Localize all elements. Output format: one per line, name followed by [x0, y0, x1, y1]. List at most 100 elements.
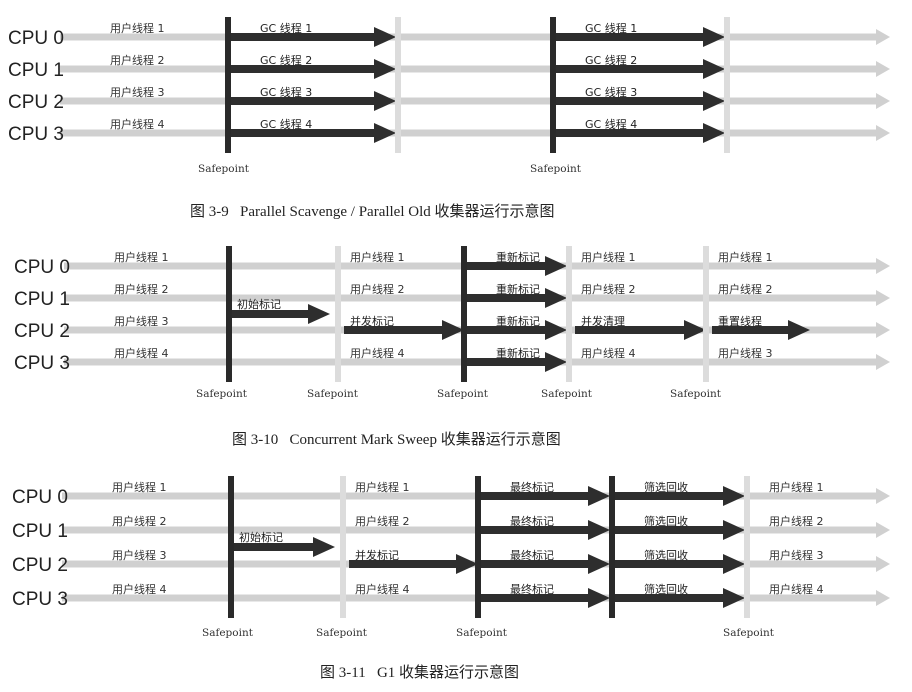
- timeline-row-1-head: [876, 522, 890, 538]
- gc-thread-arrow-head: [588, 520, 610, 540]
- gc-thread-label: 最终标记: [510, 548, 554, 562]
- timeline-row-2-head: [876, 93, 890, 109]
- figure-caption: 图 3-10 Concurrent Mark Sweep 收集器运行示意图: [232, 430, 561, 448]
- safepoint-label: Safepoint: [316, 627, 368, 639]
- concurrent-gc-arrow-head: [456, 554, 478, 574]
- safepoint-label: Safepoint: [530, 163, 582, 175]
- concurrent-gc-label: 并发清理: [581, 314, 625, 328]
- gc-thread-label: 筛选回收: [644, 480, 688, 494]
- user-thread-label: 用户线程 1: [581, 250, 636, 264]
- cpu-label: CPU 1: [8, 60, 64, 81]
- safepoint-label: Safepoint: [723, 627, 775, 639]
- user-thread-label: 用户线程 2: [110, 53, 165, 67]
- safepoint-label: Safepoint: [437, 388, 489, 400]
- user-thread-label: 用户线程 1: [355, 480, 410, 494]
- user-thread-label: 用户线程 2: [355, 514, 410, 528]
- user-thread-label: 用户线程 2: [112, 514, 167, 528]
- cpu-label: CPU 1: [12, 521, 68, 542]
- gc-thread-label: GC 线程 3: [585, 85, 637, 99]
- gc-thread-arrow-head: [723, 588, 745, 608]
- gc-thread-arrow-head: [723, 554, 745, 574]
- safepoint-bar: [744, 476, 750, 618]
- user-thread-label: 用户线程 1: [718, 250, 773, 264]
- timeline-row-0-head: [876, 29, 890, 45]
- user-thread-label: 用户线程 3: [112, 548, 167, 562]
- gc-thread-arrow-head: [588, 588, 610, 608]
- timeline-row-3-head: [876, 125, 890, 141]
- gc-thread-label: GC 线程 2: [260, 53, 312, 67]
- figure-fig-3-10: CPU 0 CPU 1 CPU 2 CPU 3 用户线程 1 用户线程 2 用户线程 3 用户…: [14, 246, 890, 448]
- safepoint-bar: [395, 17, 401, 153]
- gc-thread-arrow-head: [545, 352, 567, 372]
- user-thread-label: 用户线程 3: [114, 314, 169, 328]
- gc-thread-arrow-head: [545, 288, 567, 308]
- concurrent-gc-label: 重置线程: [718, 314, 762, 328]
- user-thread-label: 用户线程 3: [769, 548, 824, 562]
- user-thread-label: 用户线程 4: [581, 346, 636, 360]
- gc-thread-label: 筛选回收: [644, 548, 688, 562]
- gc-thread-arrow-head: [703, 27, 725, 47]
- gc-thread-label: 最终标记: [510, 480, 554, 494]
- safepoint-bar: [461, 246, 467, 382]
- user-thread-label: 用户线程 3: [718, 346, 773, 360]
- gc-thread-arrow-head: [703, 59, 725, 79]
- timeline-row-0-head: [876, 488, 890, 504]
- safepoint-label: Safepoint: [202, 627, 254, 639]
- user-thread-label: 用户线程 2: [114, 282, 169, 296]
- user-thread-label: 用户线程 4: [355, 582, 410, 596]
- cpu-label: CPU 2: [12, 555, 68, 576]
- safepoint-label: Safepoint: [196, 388, 248, 400]
- gc-thread-label: 筛选回收: [644, 514, 688, 528]
- cpu-label: CPU 3: [12, 589, 68, 610]
- gc-thread-label: 最终标记: [510, 582, 554, 596]
- gc-thread-label: GC 线程 3: [260, 85, 312, 99]
- safepoint-label: Safepoint: [307, 388, 359, 400]
- concurrent-gc-arrow-head: [684, 320, 706, 340]
- gc-thread-arrow-head: [374, 27, 396, 47]
- cpu-label: CPU 3: [14, 353, 70, 374]
- concurrent-gc-arrow-head: [442, 320, 464, 340]
- user-thread-label: 用户线程 2: [581, 282, 636, 296]
- gc-thread-arrow-head: [588, 486, 610, 506]
- figure-caption: 图 3-9 Parallel Scavenge / Parallel Old 收…: [190, 202, 555, 220]
- safepoint-bar: [724, 17, 730, 153]
- gc-thread-label: 筛选回收: [644, 582, 688, 596]
- safepoint-bar: [340, 476, 346, 618]
- initial-mark-label: 初始标记: [239, 530, 283, 544]
- user-thread-label: 用户线程 1: [350, 250, 405, 264]
- cpu-label: CPU 1: [14, 289, 70, 310]
- timeline-row-3-head: [876, 590, 890, 606]
- gc-thread-arrow-head: [588, 554, 610, 574]
- gc-thread-label: 重新标记: [496, 250, 540, 264]
- gc-thread-arrow-head: [545, 256, 567, 276]
- gc-thread-label: GC 线程 4: [585, 117, 637, 131]
- safepoint-bar: [475, 476, 481, 618]
- figure-fig-3-11: CPU 0 CPU 1 CPU 2 CPU 3 用户线程 1 用户线程 2 用户线程 3 用户…: [12, 476, 890, 681]
- user-thread-label: 用户线程 4: [114, 346, 169, 360]
- safepoint-label: Safepoint: [670, 388, 722, 400]
- cpu-label: CPU 3: [8, 124, 64, 145]
- gc-thread-arrow-head: [374, 59, 396, 79]
- safepoint-bar: [226, 246, 232, 382]
- gc-thread-label: 重新标记: [496, 346, 540, 360]
- user-thread-label: 用户线程 1: [769, 480, 824, 494]
- safepoint-bar: [335, 246, 341, 382]
- safepoint-bar: [225, 17, 231, 153]
- gc-thread-label: 最终标记: [510, 514, 554, 528]
- timeline-row-3-head: [876, 354, 890, 370]
- user-thread-label: 用户线程 1: [114, 250, 169, 264]
- initial-mark-arrow-head: [308, 304, 330, 324]
- user-thread-label: 用户线程 4: [112, 582, 167, 596]
- user-thread-label: 用户线程 3: [110, 85, 165, 99]
- initial-mark-label: 初始标记: [237, 297, 281, 311]
- gc-thread-label: GC 线程 2: [585, 53, 637, 67]
- cpu-label: CPU 0: [14, 257, 70, 278]
- safepoint-bar: [550, 17, 556, 153]
- gc-thread-arrow-head: [374, 123, 396, 143]
- timeline-row-2-head: [876, 322, 890, 338]
- gc-thread-label: 重新标记: [496, 314, 540, 328]
- gc-collector-diagrams: CPU 0 CPU 1 CPU 2 CPU 3 用户线程 1 用户线程 2 用户线程 3 用户…: [8, 17, 890, 681]
- initial-mark-arrow-head: [313, 537, 335, 557]
- gc-thread-arrow-head: [723, 486, 745, 506]
- user-thread-label: 用户线程 4: [110, 117, 165, 131]
